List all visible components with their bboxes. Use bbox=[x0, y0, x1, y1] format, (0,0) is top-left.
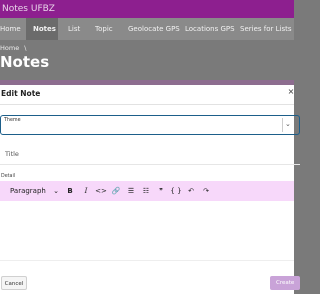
italic-button[interactable]: I bbox=[80, 181, 92, 201]
bold-button[interactable]: B bbox=[64, 181, 76, 201]
detail-editor[interactable] bbox=[0, 201, 294, 261]
theme-select[interactable]: Theme ⌄ bbox=[0, 115, 300, 135]
dialog-header-divider bbox=[0, 104, 294, 105]
app-title: Notes UFBZ bbox=[2, 4, 55, 14]
dialog-title: Edit Note bbox=[1, 89, 41, 98]
detail-label: Detail bbox=[1, 174, 16, 179]
redo-icon[interactable]: ↷ bbox=[199, 181, 213, 201]
code-block-icon[interactable]: { } bbox=[168, 181, 184, 201]
nav-series-for-lists[interactable]: Series for Lists bbox=[240, 18, 294, 40]
chevron-down-icon[interactable]: ⌄ bbox=[285, 120, 291, 128]
breadcrumb-home[interactable]: Home bbox=[0, 44, 19, 52]
blockquote-icon[interactable]: ❞ bbox=[154, 181, 168, 201]
nav-notes[interactable]: Notes bbox=[26, 18, 58, 40]
edit-note-dialog: Edit Note × Theme ⌄ Title Detail Paragra… bbox=[0, 85, 300, 294]
nav-list[interactable]: List bbox=[68, 18, 88, 40]
create-button[interactable]: Create bbox=[270, 276, 300, 290]
select-separator bbox=[282, 118, 283, 132]
title-input[interactable]: Title bbox=[0, 145, 300, 165]
chevron-down-icon[interactable]: ⌄ bbox=[51, 181, 61, 201]
link-icon[interactable]: 🔗 bbox=[109, 181, 123, 201]
code-icon[interactable]: <> bbox=[94, 181, 108, 201]
bulleted-list-icon[interactable]: ☰ bbox=[124, 181, 138, 201]
paragraph-format-dropdown[interactable]: Paragraph bbox=[10, 181, 46, 201]
theme-label: Theme bbox=[4, 118, 21, 123]
rich-text-toolbar: Paragraph ⌄ B I <> 🔗 ☰ ☷ ❞ { } ↶ ↷ bbox=[0, 181, 294, 201]
cancel-button[interactable]: Cancel bbox=[1, 276, 27, 290]
numbered-list-icon[interactable]: ☷ bbox=[139, 181, 153, 201]
page-title: Notes bbox=[0, 53, 50, 71]
nav-bar: Home Notes List Topic Geolocate GPS Loca… bbox=[0, 18, 294, 40]
undo-icon[interactable]: ↶ bbox=[184, 181, 198, 201]
breadcrumb: Home \ bbox=[0, 44, 26, 52]
app-title-bar: Notes UFBZ bbox=[0, 0, 294, 18]
title-placeholder: Title bbox=[5, 150, 19, 158]
nav-locations-gps[interactable]: Locations GPS bbox=[185, 18, 235, 40]
nav-geolocate-gps[interactable]: Geolocate GPS bbox=[128, 18, 180, 40]
nav-topic[interactable]: Topic bbox=[95, 18, 119, 40]
breadcrumb-separator: \ bbox=[24, 44, 27, 52]
close-icon[interactable]: × bbox=[286, 87, 296, 97]
nav-home[interactable]: Home bbox=[0, 18, 22, 40]
